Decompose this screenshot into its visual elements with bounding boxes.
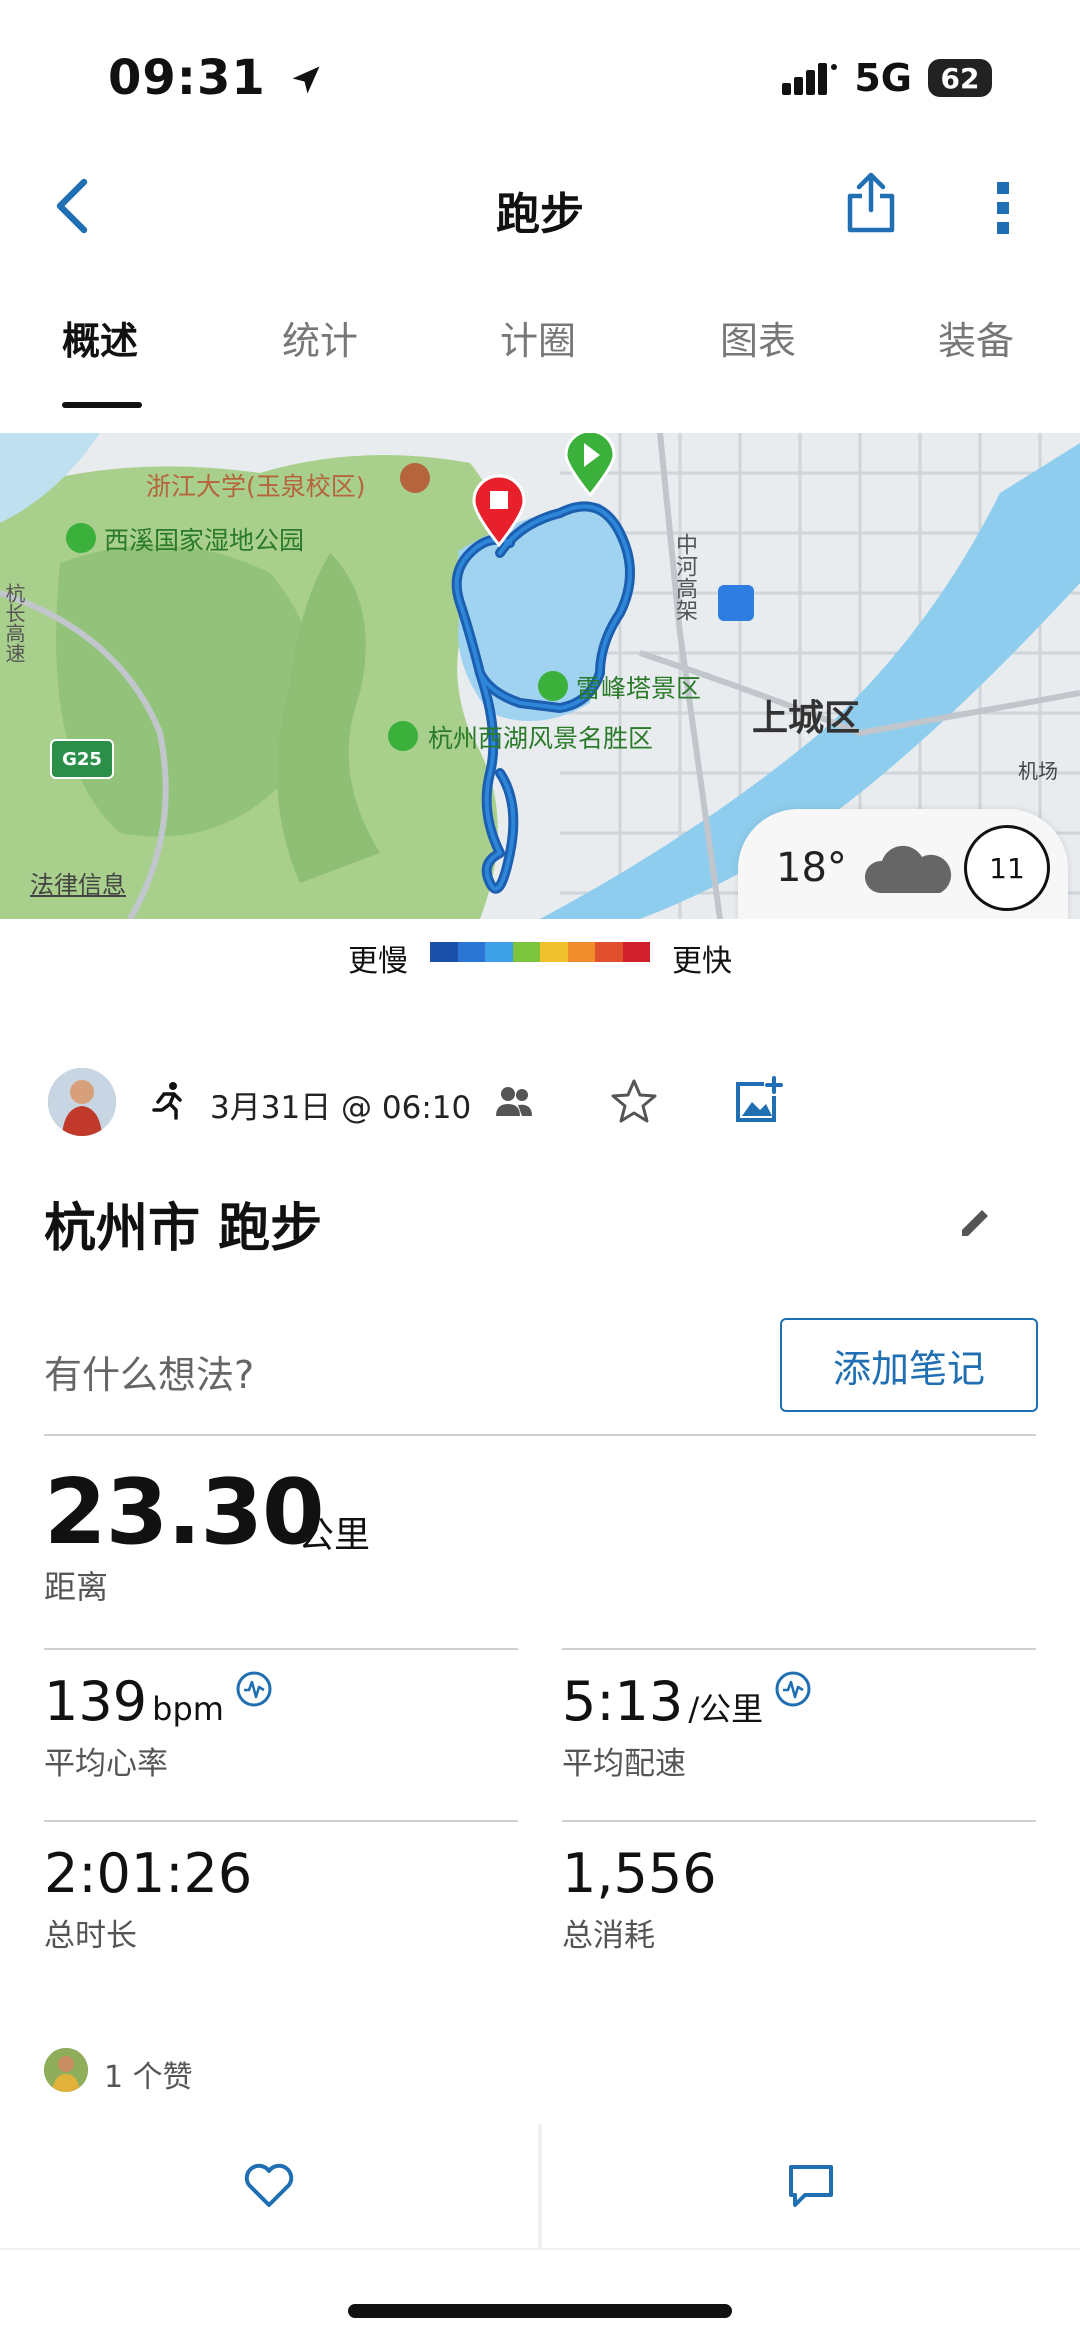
divider [562, 1648, 1036, 1650]
legend-swatch [485, 942, 513, 962]
note-prompt[interactable]: 有什么想法? [44, 1344, 254, 1399]
location-arrow-icon [292, 66, 320, 94]
legend-swatch [567, 942, 595, 962]
tab-bar: 概述 统计 计圈 图表 装备 [0, 310, 1080, 410]
network-type: 5G [854, 56, 912, 100]
more-vertical-icon [997, 182, 1009, 234]
edit-pencil-icon[interactable] [956, 1204, 994, 1242]
signal-icon [782, 63, 838, 95]
pace-value-row: 5:13 /公里 [562, 1670, 812, 1733]
more-options-button[interactable] [990, 180, 1016, 240]
heart-rate-label: 平均心率 [44, 1746, 168, 1782]
end-pin-icon [472, 474, 526, 547]
highway-shield: G25 [50, 739, 114, 779]
map-label-airport: 机场 [1018, 759, 1058, 783]
university-icon [400, 463, 430, 493]
heart-rate-unit: bpm [152, 1690, 224, 1728]
comment-icon [789, 2165, 833, 2207]
calories-label: 总消耗 [562, 1918, 655, 1954]
legend-swatch [457, 942, 485, 962]
map-label-district: 上城区 [752, 698, 861, 739]
sensor-wave-icon [236, 1671, 272, 1707]
legend-fast-label: 更快 [672, 944, 732, 979]
duration-value: 2:01:26 [44, 1842, 253, 1905]
divider [562, 1820, 1036, 1822]
tab-charts[interactable]: 图表 [720, 310, 796, 365]
avatar-image [48, 1068, 116, 1136]
map-label-leifeng: 雷峰塔景区 [576, 674, 702, 703]
legal-info-link[interactable]: 法律信息 [30, 865, 126, 900]
distance-unit: 公里 [298, 1515, 371, 1556]
pace-label: 平均配速 [562, 1746, 686, 1782]
pace-value: 5:13 [562, 1670, 684, 1733]
tab-stats[interactable]: 统计 [282, 310, 358, 365]
home-indicator[interactable] [348, 2304, 732, 2318]
divider [44, 1648, 518, 1650]
like-button[interactable] [0, 2124, 538, 2248]
active-tab-indicator [62, 402, 142, 408]
route-map[interactable]: 浙江大学(玉泉校区) 西溪国家湿地公园 雷峰塔景区 杭州西湖风景名胜区 上城区 … [0, 433, 1080, 919]
liker-avatar-image [44, 2048, 88, 2092]
divider [44, 1434, 1036, 1436]
map-label-road: 中河高架 [672, 533, 697, 621]
weather-chip: 18° 11 [738, 809, 1068, 919]
wind-indicator: 11 [964, 825, 1050, 911]
distance-label: 距离 [44, 1568, 109, 1606]
tab-overview[interactable]: 概述 [62, 310, 138, 365]
legend-swatch [540, 942, 568, 962]
pace-color-legend [430, 942, 650, 962]
weather-temperature: 18° [776, 845, 847, 891]
legend-swatch [622, 942, 650, 962]
likes-count[interactable]: 1 个赞 [104, 2052, 193, 2096]
add-note-button[interactable]: 添加笔记 [780, 1318, 1038, 1412]
legend-swatch [595, 942, 623, 962]
sensor-wave-icon [775, 1671, 811, 1707]
comment-button[interactable] [542, 2124, 1080, 2248]
pace-unit: /公里 [688, 1690, 764, 1728]
page-title: 跑步 [496, 189, 584, 240]
start-pin-icon [564, 433, 616, 497]
scenic-icon [538, 671, 568, 701]
activity-title: 杭州市 跑步 [44, 1199, 323, 1259]
status-indicators: 5G 62 [782, 56, 992, 100]
map-label-wetland: 西溪国家湿地公园 [104, 526, 305, 555]
tab-laps[interactable]: 计圈 [500, 310, 576, 365]
activity-date: 3月31日 @ 06:10 [210, 1090, 472, 1126]
legend-slow-label: 更慢 [348, 944, 408, 979]
map-label-westlake: 杭州西湖风景名胜区 [428, 724, 654, 753]
legend-swatch [512, 942, 540, 962]
status-time: 09:31 [108, 50, 324, 106]
heart-rate-value-row: 139 bpm [44, 1670, 273, 1733]
metro-icon [718, 585, 754, 621]
park-icon [66, 523, 96, 553]
map-label-expressway: 杭长高速 [2, 583, 26, 663]
share-icon [847, 172, 895, 233]
map-label-university: 浙江大学(玉泉校区) [146, 472, 366, 501]
share-button[interactable] [846, 172, 896, 238]
heart-icon [244, 2163, 294, 2207]
scenic-area-icon [388, 721, 418, 751]
calories-value: 1,556 [562, 1842, 717, 1905]
liker-avatar[interactable] [44, 2048, 88, 2092]
action-bar [0, 2124, 1080, 2250]
legend-swatch [430, 942, 458, 962]
running-icon [152, 1082, 182, 1120]
cloud-icon [864, 845, 952, 893]
star-icon[interactable] [610, 1078, 658, 1124]
divider [44, 1820, 518, 1822]
add-photo-icon[interactable] [734, 1076, 784, 1124]
distance-value: 23.30 [44, 1460, 325, 1565]
people-icon[interactable] [494, 1084, 534, 1118]
battery-indicator: 62 [928, 59, 992, 97]
user-avatar[interactable] [48, 1068, 116, 1136]
tab-gear[interactable]: 装备 [938, 310, 1014, 365]
heart-rate-value: 139 [44, 1670, 148, 1733]
duration-label: 总时长 [44, 1918, 137, 1954]
